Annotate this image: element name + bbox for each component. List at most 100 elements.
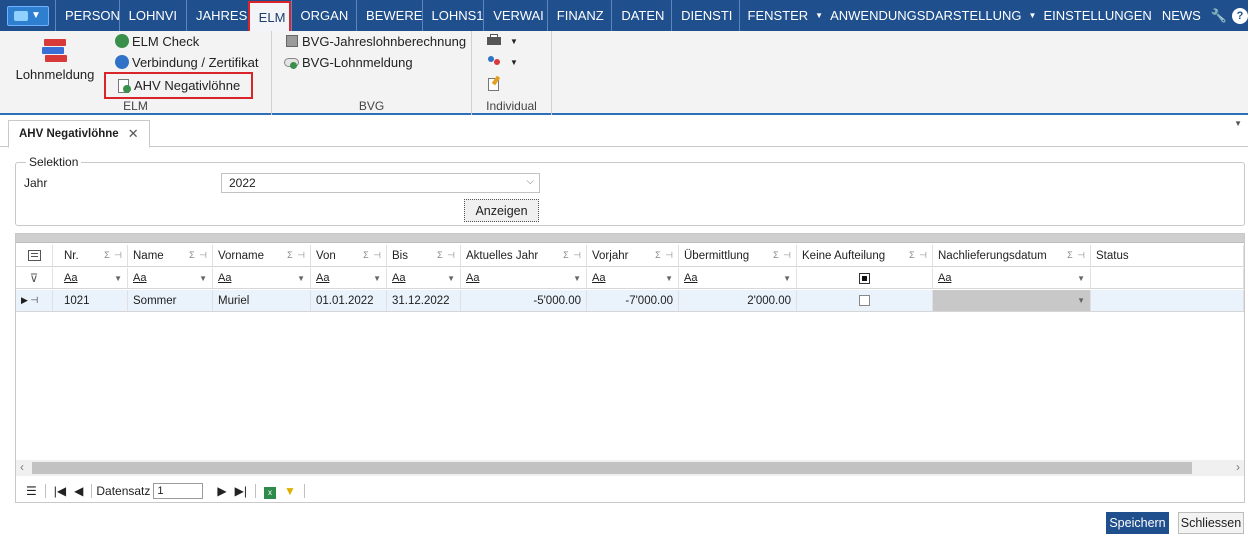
tab-bewerber[interactable]: BEWERE [356,0,422,31]
first-record-icon[interactable]: |◀ [50,484,70,498]
bvg-jahreslohnberechnung-button[interactable]: BVG-Jahreslohnberechnung [284,31,466,51]
application-menu[interactable]: ▼ [0,0,55,31]
calculator-icon [284,33,300,49]
speichern-button[interactable]: Speichern [1106,512,1169,534]
cell-status[interactable] [1091,290,1244,311]
menu-bar: ▼ PERSON LOHNVI JAHRESI ELM ORGAN BEWERE… [0,0,1248,31]
horizontal-scrollbar[interactable]: ‹ › [16,460,1244,476]
cell-vorjahr[interactable]: -7'000.00 [587,290,679,311]
help-icon[interactable]: ? [1232,7,1248,24]
column-header-nachlieferungsdatum[interactable]: Nachlieferungsdatum Σ ⊣ [933,245,1091,266]
column-header-name[interactable]: Name Σ ⊣ [128,245,213,266]
column-header-uebermittlung[interactable]: Übermittlung Σ ⊣ [679,245,797,266]
menu-anwendungsdarstellung[interactable]: ANWENDUNGSDARSTELLUNG [825,8,1026,23]
grid-header-row: Nr. Σ ⊣ Name Σ ⊣ Vorname Σ ⊣ Von Σ ⊣ Bis Σ ⊣ … [16,245,1244,267]
cell-von[interactable]: 01.01.2022 [311,290,387,311]
column-header-vorjahr[interactable]: Vorjahr Σ ⊣ [587,245,679,266]
tab-organisation[interactable]: ORGAN [290,0,356,31]
record-navigator: ☰ |◀ ◀ Datensatz 1 ▶ ▶| x ▼ [16,480,1244,502]
filter-funnel-icon[interactable]: ▼ [280,484,300,498]
filter-nr[interactable]: Aa ▼ [59,268,128,288]
app-menu-button[interactable]: ▼ [6,5,49,26]
bvg-lohnmeldung-button[interactable]: BVG-Lohnmeldung [284,52,413,72]
filter-von[interactable]: Aa ▼ [311,268,387,288]
column-header-vorname[interactable]: Vorname Σ ⊣ [213,245,311,266]
close-icon[interactable]: ✕ [128,126,139,142]
tab-elm[interactable]: ELM [247,1,291,31]
print-dropdown-button[interactable]: ▼ [486,31,518,51]
tab-verwaltung[interactable]: VERWAI [483,0,547,31]
filter-nachlieferungsdatum[interactable]: Aa ▼ [933,268,1091,288]
excel-export-icon[interactable]: x [260,484,280,499]
keine-aufteilung-checkbox[interactable] [859,295,870,306]
menu-fenster[interactable]: FENSTER [743,8,814,23]
next-record-icon[interactable]: ▶ [213,484,230,498]
verbindung-zertifikat-button[interactable]: Verbindung / Zertifikat [114,52,258,72]
chevron-down-icon: ▼ [373,273,381,283]
column-header-bis[interactable]: Bis Σ ⊣ [387,245,461,266]
tab-person[interactable]: PERSON [55,0,119,31]
previous-record-icon[interactable]: ◀ [70,484,87,498]
ahv-negativloehne-button[interactable]: AHV Negativlöhne [104,72,253,99]
column-header-aktuelles-jahr[interactable]: Aktuelles Jahr Σ ⊣ [461,245,587,266]
tab-daten[interactable]: DATEN [611,0,671,31]
jahr-select[interactable]: 2022 ⌵ [221,173,540,193]
speichern-label: Speichern [1109,516,1166,530]
filter-vorjahr[interactable]: Aa ▼ [587,268,679,288]
cell-nr[interactable]: 1021 [59,290,128,311]
printer-icon [486,33,502,49]
tools-icon[interactable]: 🔧 [1206,8,1232,24]
users-dropdown-button[interactable]: ▼ [486,52,518,72]
edit-document-button[interactable] [486,74,504,94]
ribbon-group-label-elm: ELM [123,99,148,113]
filter-keine-aufteilung[interactable] [797,268,933,288]
filter-bis[interactable]: Aa ▼ [387,268,461,288]
table-row[interactable]: ▶ ⊣ 1021 Sommer Muriel 01.01.2022 31.12.… [16,290,1244,312]
cell-vorname[interactable]: Muriel [213,290,311,311]
column-header-keine-aufteilung[interactable]: Keine Aufteilung Σ ⊣ [797,245,933,266]
document-tab-strip: AHV Negativlöhne ✕ ▼ [0,117,1248,148]
cell-keine-aufteilung[interactable] [797,290,933,311]
chevron-down-icon: ⌵ [526,176,534,187]
ribbon-group-label-individual: Individual [486,99,537,113]
column-header-von[interactable]: Von Σ ⊣ [311,245,387,266]
column-header-status[interactable]: Status [1091,245,1244,266]
column-header-nr[interactable]: Nr. Σ ⊣ [59,245,128,266]
tab-lohnstamm[interactable]: LOHNS1 [421,0,483,31]
lohnmeldung-button[interactable]: Lohnmeldung [12,37,98,82]
scroll-left-icon[interactable]: ‹ [20,460,24,474]
filter-aktuelles-jahr[interactable]: Aa ▼ [461,268,587,288]
menu-einstellungen[interactable]: EINSTELLUNGEN [1038,8,1156,23]
record-position-input[interactable]: 1 [153,483,204,499]
cell-name[interactable]: Sommer [128,290,213,311]
filter-uebermittlung[interactable]: Aa ▼ [679,268,797,288]
filter-icon[interactable]: ⊽ [16,268,53,288]
doc-tab-ahv-negativloehne[interactable]: AHV Negativlöhne ✕ [8,120,150,148]
panel-menu-icon[interactable]: ▼ [1234,119,1242,128]
list-view-icon[interactable]: ☰ [22,484,41,498]
anzeigen-button[interactable]: Anzeigen [464,199,539,222]
scroll-right-icon[interactable]: › [1236,460,1240,474]
ribbon-group-elm: Lohnmeldung ELM Check Verbindung / Zerti… [0,31,272,115]
last-record-icon[interactable]: ▶| [231,484,251,498]
tab-finanz[interactable]: FINANZ [546,0,612,31]
column-chooser-icon[interactable] [16,245,53,266]
cell-nachlieferungsdatum[interactable]: ▼ [933,290,1091,311]
schliessen-button[interactable]: Schliessen [1178,512,1244,534]
menu-news[interactable]: NEWS [1157,8,1206,23]
cell-uebermittlung[interactable]: 2'000.00 [679,290,797,311]
filter-checkbox [859,272,870,284]
users-icon [486,54,502,70]
tab-jahresverarbeitung[interactable]: JAHRESI [185,0,248,31]
cell-bis[interactable]: 31.12.2022 [387,290,461,311]
cell-aktuelles-jahr[interactable]: -5'000.00 [461,290,587,311]
lohnmeldung-label: Lohnmeldung [15,67,95,82]
filter-name[interactable]: Aa ▼ [128,268,213,288]
ribbon-group-label-bvg: BVG [358,99,385,113]
tab-dienste[interactable]: DIENSTI [671,0,738,31]
elm-check-button[interactable]: ELM Check [114,31,199,51]
filter-vorname[interactable]: Aa ▼ [213,268,311,288]
tab-lohnverarbeitung[interactable]: LOHNVI [118,0,186,31]
filter-status[interactable] [1091,268,1244,288]
scrollbar-thumb[interactable] [32,462,1192,474]
